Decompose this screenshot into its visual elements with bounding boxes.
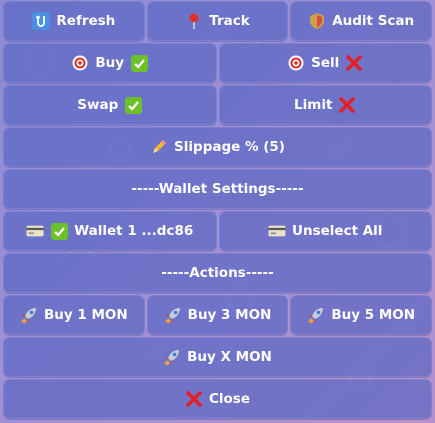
limit-label: Limit [294,97,333,113]
close-button[interactable]: Close [3,379,432,419]
inline-keyboard: Refresh Track Audit Scan Buy Sell Swap L… [3,1,433,419]
track-button[interactable]: Track [146,1,289,41]
buy-x-mon-label: Buy X MON [187,349,272,365]
slippage-label: Slippage % (5) [174,139,285,155]
refresh-icon [32,12,51,30]
keyboard-row-4: Slippage % (5) [3,127,432,167]
target-icon [287,54,305,72]
audit-scan-label: Audit Scan [332,13,415,29]
track-label: Track [209,13,250,29]
pencil-icon [150,138,168,156]
wallet-label: Wallet 1 ...dc86 [74,223,194,239]
audit-scan-button[interactable]: Audit Scan [290,1,433,41]
cross-mark-icon [338,96,356,114]
buy-3-mon-button[interactable]: Buy 3 MON [146,295,289,335]
buy-1-mon-button[interactable]: Buy 1 MON [3,295,145,335]
actions-label: -----Actions----- [161,265,274,281]
check-mark-icon [50,222,68,240]
pin-icon [185,12,203,30]
keyboard-row-7: -----Actions----- [3,253,432,293]
actions-header-button[interactable]: -----Actions----- [3,253,432,293]
buy-5-mon-label: Buy 5 MON [331,307,416,323]
sell-button[interactable]: Sell [218,43,432,83]
buy-3-mon-label: Buy 3 MON [187,307,272,323]
refresh-button[interactable]: Refresh [3,1,145,41]
keyboard-row-5: -----Wallet Settings----- [3,169,432,209]
credit-card-icon [268,222,286,240]
rocket-icon [307,306,325,324]
rocket-icon [163,348,181,366]
close-label: Close [208,391,250,407]
wallet-1-button[interactable]: Wallet 1 ...dc86 [3,211,217,251]
shield-icon [308,12,326,30]
keyboard-row-3: Swap Limit [3,85,432,125]
limit-button[interactable]: Limit [218,85,432,125]
keyboard-row-2: Buy Sell [3,43,432,83]
cross-mark-icon [345,54,363,72]
rocket-icon [20,306,38,324]
keyboard-row-6: Wallet 1 ...dc86 Unselect All [3,211,432,251]
refresh-label: Refresh [56,13,116,29]
cross-mark-icon [185,390,203,408]
buy-5-mon-button[interactable]: Buy 5 MON [290,295,433,335]
buy-button[interactable]: Buy [3,43,217,83]
keyboard-row-10: Close [3,379,432,419]
wallet-settings-label: -----Wallet Settings----- [131,181,304,197]
keyboard-row-9: Buy X MON [3,337,432,377]
check-mark-icon [130,54,148,72]
keyboard-row-8: Buy 1 MON Buy 3 MON Buy 5 MON [3,295,433,335]
swap-label: Swap [77,97,119,113]
swap-button[interactable]: Swap [3,85,217,125]
check-mark-icon [124,96,142,114]
wallet-settings-header-button[interactable]: -----Wallet Settings----- [3,169,432,209]
slippage-button[interactable]: Slippage % (5) [3,127,432,167]
buy-1-mon-label: Buy 1 MON [43,307,128,323]
unselect-all-label: Unselect All [292,223,383,239]
rocket-icon [164,306,182,324]
sell-label: Sell [311,55,340,71]
keyboard-row-1: Refresh Track Audit Scan [3,1,433,41]
credit-card-icon [26,222,44,240]
buy-label: Buy [95,55,125,71]
unselect-all-button[interactable]: Unselect All [218,211,432,251]
buy-x-mon-button[interactable]: Buy X MON [3,337,432,377]
target-icon [71,54,89,72]
